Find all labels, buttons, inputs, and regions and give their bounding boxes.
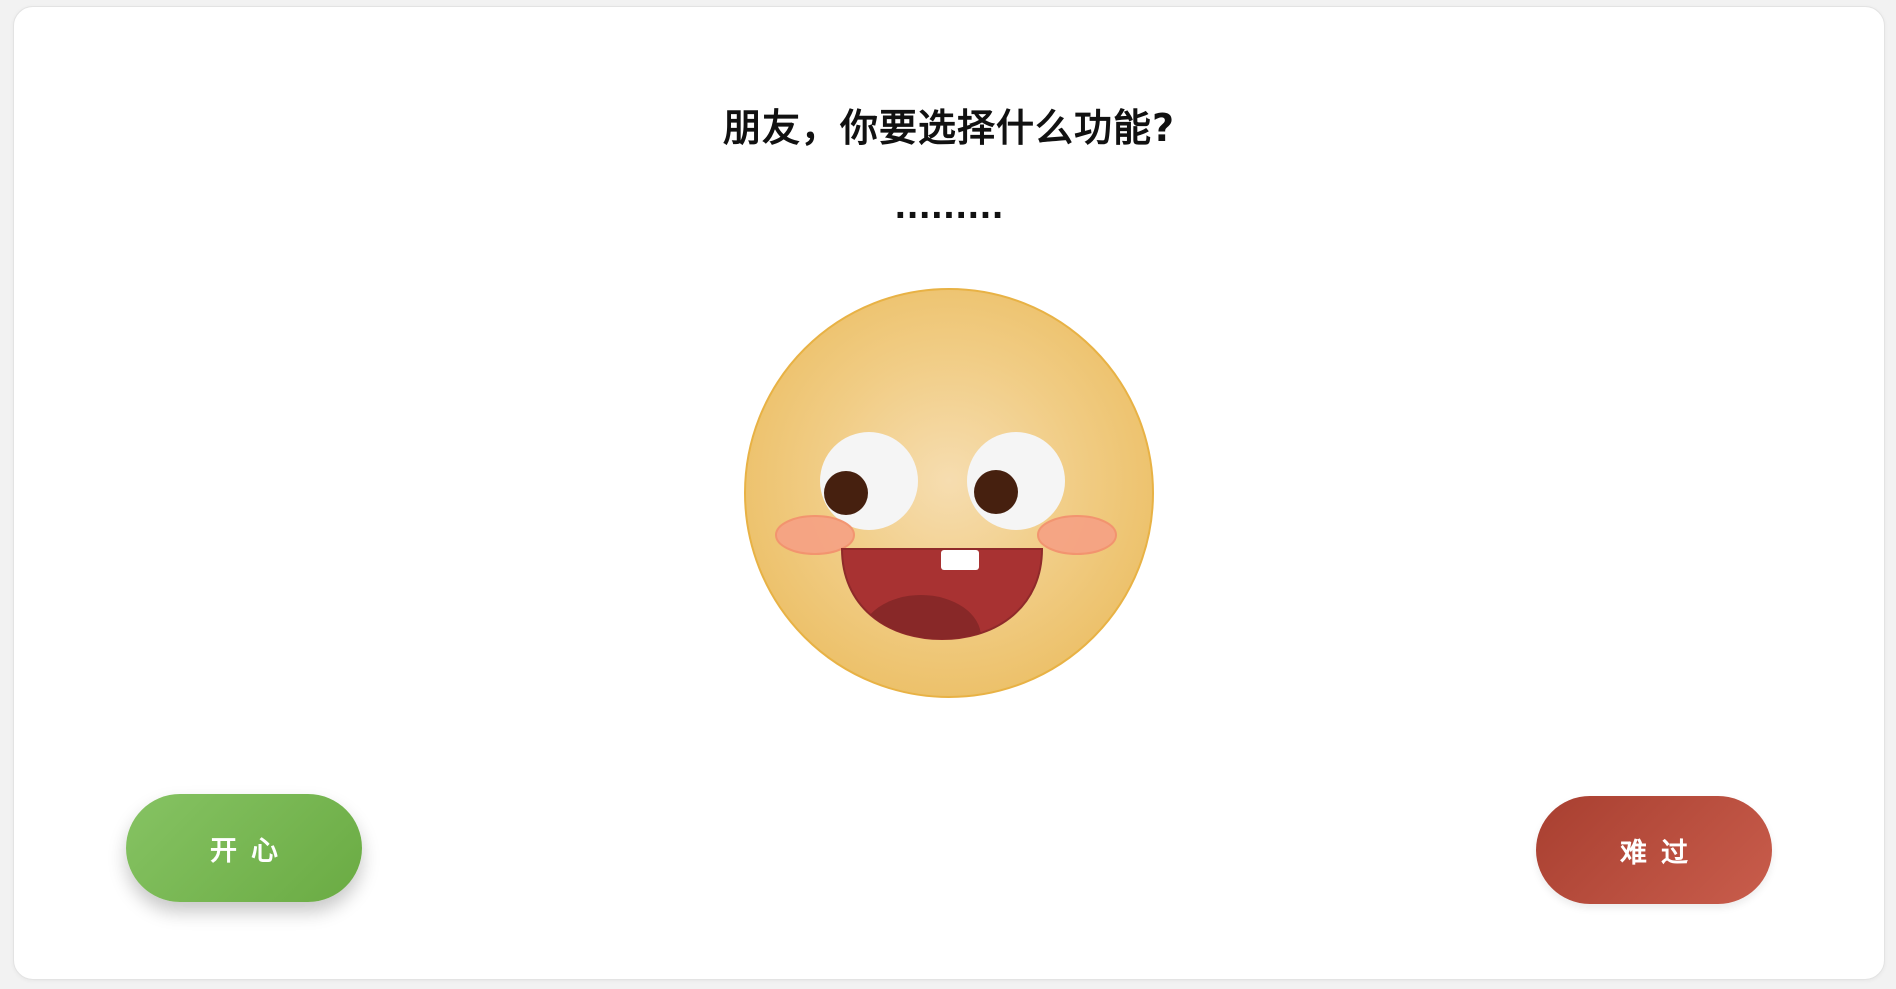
happy-button[interactable]: 开心: [126, 794, 362, 902]
status-ellipsis: .........: [894, 188, 1004, 226]
smiley-face-icon: [744, 288, 1154, 698]
main-card: 朋友，你要选择什么功能? ......... 开心 难过: [13, 6, 1885, 980]
right-cheek: [1037, 515, 1117, 555]
left-pupil: [824, 471, 868, 515]
tooth: [941, 550, 979, 570]
page-title: 朋友，你要选择什么功能?: [722, 106, 1176, 150]
right-pupil: [974, 470, 1018, 514]
sad-button[interactable]: 难过: [1536, 796, 1772, 904]
